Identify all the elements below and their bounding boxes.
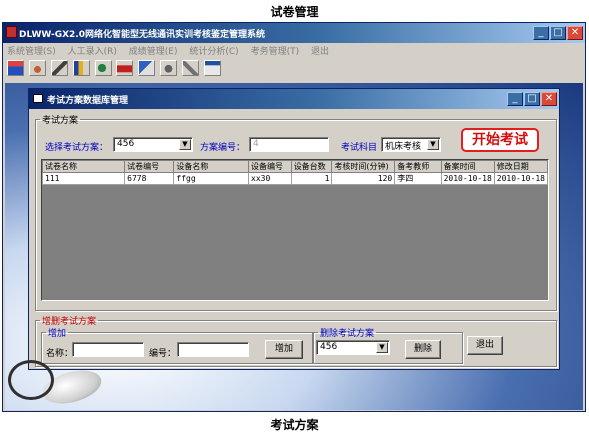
cell-device-no: xx30	[248, 172, 292, 185]
child-maximize-button[interactable]: □	[524, 92, 540, 106]
col-record-date[interactable]: 备案时间	[440, 160, 495, 173]
child-minimize-button[interactable]: _	[507, 92, 523, 106]
cable-graphic	[8, 360, 54, 400]
minimize-button[interactable]: _	[533, 26, 549, 40]
cell-paper-name: 111	[42, 172, 126, 185]
col-device-no[interactable]: 设备编号	[248, 160, 292, 173]
child-close-button[interactable]: ✕	[541, 92, 557, 106]
exam-plan-group-legend: 考试方案	[42, 116, 79, 126]
tool-3-icon[interactable]	[50, 60, 68, 76]
main-window-title: DLWW-GX2.0网络化智能型无线通讯实训考核鉴定管理系统	[19, 30, 265, 40]
cell-exam-minutes: 120	[331, 172, 396, 185]
menu-statistics[interactable]: 统计分析(C)	[189, 47, 238, 57]
maximize-button[interactable]: □	[550, 26, 566, 40]
select-plan-label: 选择考试方案：	[45, 143, 109, 153]
cell-paper-no: 6778	[124, 172, 175, 185]
app-icon	[6, 26, 17, 38]
start-exam-button[interactable]: 开始考试	[461, 128, 539, 152]
tool-10-icon[interactable]	[203, 60, 221, 76]
name-label: 名称：	[46, 349, 74, 359]
exam-paper-table: 试卷名称 试卷编号 设备名称 设备编号 设备台数 考核时间(分钟) 备考教师 备…	[42, 160, 548, 185]
cell-modified-date: 2010-10-18	[493, 172, 548, 185]
number-input[interactable]	[177, 342, 249, 357]
table-header-row: 试卷名称 试卷编号 设备名称 设备编号 设备台数 考核时间(分钟) 备考教师 备…	[42, 160, 548, 173]
add-plan-legend: 增加	[48, 329, 67, 339]
cell-record-date: 2010-10-18	[440, 172, 495, 185]
tool-8-icon[interactable]	[160, 60, 178, 76]
delete-plan-combo[interactable]: 456 ▼	[316, 340, 390, 355]
exit-button[interactable]: 退出	[467, 336, 503, 355]
delete-plan-legend: 删除考试方案	[320, 329, 375, 339]
col-teacher[interactable]: 备考教师	[394, 160, 442, 173]
subject-value: 机床考核	[385, 142, 422, 152]
main-title-bar[interactable]: DLWW-GX2.0网络化智能型无线通讯实训考核鉴定管理系统 _ □ ✕	[3, 23, 585, 43]
tool-9-icon[interactable]	[182, 60, 199, 76]
table-row[interactable]: 111 6778 ffgg xx30 1 120 李四 2010-10-18 2…	[42, 172, 548, 185]
cell-device-count: 1	[290, 172, 333, 185]
chevron-down-icon[interactable]: ▼	[376, 342, 388, 353]
tool-4-icon[interactable]	[72, 60, 90, 76]
plan-no-field[interactable]: 4	[249, 137, 329, 152]
select-plan-combo[interactable]: 456 ▼	[113, 137, 193, 152]
window-icon	[33, 94, 43, 103]
exam-paper-grid[interactable]: 试卷名称 试卷编号 设备名称 设备编号 设备台数 考核时间(分钟) 备考教师 备…	[41, 159, 549, 301]
exam-plan-window: 考试方案数据库管理 _ □ ✕ 考试方案 选择考试方案： 456 ▼ 方案编号：…	[28, 88, 560, 370]
menu-scores[interactable]: 成绩管理(E)	[129, 47, 178, 57]
tool-7-icon[interactable]	[138, 60, 156, 76]
menu-system[interactable]: 系统管理(S)	[7, 47, 56, 57]
chevron-down-icon[interactable]: ▼	[179, 139, 191, 150]
menu-bar: 系统管理(S) 人工录入(R) 成绩管理(E) 统计分析(C) 考务管理(T) …	[7, 44, 338, 58]
col-paper-no[interactable]: 试卷编号	[124, 160, 175, 173]
number-label: 编号：	[149, 349, 177, 359]
delete-plan-value: 456	[320, 342, 338, 352]
col-exam-minutes[interactable]: 考核时间(分钟)	[331, 160, 396, 173]
col-paper-name[interactable]: 试卷名称	[42, 160, 126, 173]
menu-exam-affairs[interactable]: 考务管理(T)	[251, 47, 300, 57]
tool-6-icon[interactable]	[116, 60, 134, 76]
menu-exit[interactable]: 退出	[311, 47, 329, 57]
bottom-caption: 考试方案	[270, 418, 319, 432]
select-plan-value: 456	[117, 139, 135, 149]
add-button[interactable]: 增加	[265, 340, 303, 359]
plan-no-label: 方案编号：	[200, 143, 246, 153]
subject-combo[interactable]: 机床考核 ▼	[381, 137, 441, 152]
exam-plan-window-title: 考试方案数据库管理	[47, 96, 129, 106]
top-caption: 试卷管理	[270, 5, 319, 19]
subject-label: 考试科目	[341, 143, 378, 153]
tool-2-icon[interactable]	[28, 60, 46, 76]
menu-manual-entry[interactable]: 人工录入(R)	[68, 47, 117, 57]
cell-device-name: ffgg	[173, 172, 250, 185]
cell-teacher: 李四	[394, 172, 442, 185]
chevron-down-icon[interactable]: ▼	[427, 139, 439, 150]
tool-5-icon[interactable]	[94, 60, 112, 76]
col-modified-date[interactable]: 修改日期	[493, 160, 548, 173]
delete-button[interactable]: 删除	[405, 340, 441, 359]
close-button[interactable]: ✕	[567, 26, 583, 40]
col-device-count[interactable]: 设备台数	[290, 160, 333, 173]
tool-1-icon[interactable]	[7, 60, 24, 76]
col-device-name[interactable]: 设备名称	[173, 160, 250, 173]
toolbar	[7, 60, 223, 80]
exam-plan-title-bar[interactable]: 考试方案数据库管理 _ □ ✕	[29, 89, 559, 109]
name-input[interactable]	[72, 342, 144, 357]
